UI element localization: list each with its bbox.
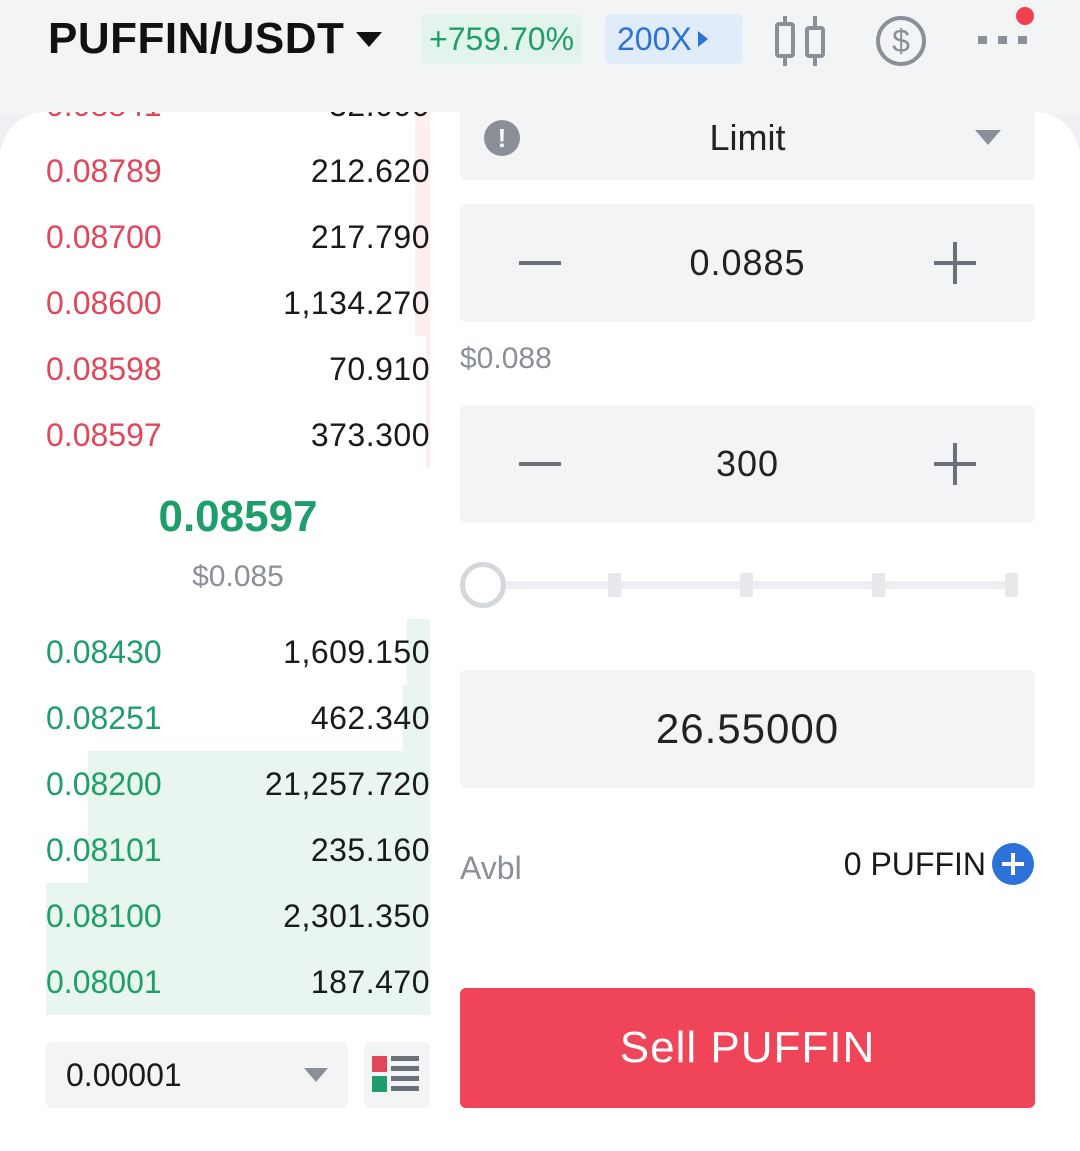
minus-icon bbox=[519, 462, 561, 466]
ask-price: 0.08598 bbox=[46, 350, 162, 387]
leverage-badge[interactable]: 200X bbox=[605, 14, 743, 64]
caret-down-icon bbox=[975, 130, 1001, 145]
candlestick-chart-icon[interactable] bbox=[770, 14, 830, 68]
ask-price: 0.08600 bbox=[46, 284, 162, 321]
bid-quantity: 2,301.350 bbox=[283, 897, 430, 934]
minus-icon bbox=[519, 261, 561, 265]
slider-tick-100[interactable] bbox=[1005, 573, 1018, 597]
bid-quantity: 462.340 bbox=[310, 699, 430, 736]
last-price: 0.08597 bbox=[158, 492, 318, 541]
amount-increase-button[interactable] bbox=[910, 405, 1000, 523]
bid-row[interactable]: 0.08101 235.160 bbox=[46, 817, 430, 883]
plus-icon bbox=[934, 242, 976, 284]
ask-quantity: 217.790 bbox=[310, 218, 430, 255]
ask-quantity: 212.620 bbox=[310, 152, 430, 189]
ask-price: 0.08789 bbox=[46, 152, 162, 189]
ask-row[interactable]: 0.08700 217.790 bbox=[46, 204, 430, 270]
top-bar: PUFFIN/USDT +759.70% 200X $ bbox=[0, 0, 1080, 115]
slider-tick-25[interactable] bbox=[608, 573, 621, 597]
ask-price: 0.08841 bbox=[46, 112, 162, 124]
bid-price: 0.08001 bbox=[46, 963, 162, 1000]
precision-value: 0.00001 bbox=[66, 1056, 182, 1093]
order-book-layout-icon bbox=[372, 1056, 419, 1092]
caret-down-icon bbox=[304, 1068, 328, 1082]
total-field[interactable]: 26.55000 bbox=[460, 670, 1035, 788]
bid-price: 0.08101 bbox=[46, 831, 162, 868]
book-view-toggle[interactable] bbox=[364, 1042, 430, 1108]
leverage-label: 200X bbox=[617, 20, 692, 57]
price-stepper: 0.0885 bbox=[460, 204, 1035, 322]
ask-quantity: 32.000 bbox=[329, 112, 430, 124]
order-type-select[interactable]: ! Limit bbox=[460, 112, 1035, 180]
ask-price: 0.08597 bbox=[46, 416, 162, 453]
amount-slider[interactable] bbox=[460, 560, 1020, 610]
available-value: 0 PUFFIN bbox=[843, 845, 986, 882]
ask-row[interactable]: 0.08600 1,134.270 bbox=[46, 270, 430, 336]
slider-tick-75[interactable] bbox=[872, 573, 885, 597]
sell-button[interactable]: Sell PUFFIN bbox=[460, 988, 1035, 1108]
price-decrease-button[interactable] bbox=[495, 204, 585, 322]
caret-down-icon bbox=[356, 31, 383, 47]
bid-quantity: 235.160 bbox=[310, 831, 430, 868]
amount-stepper: 300 bbox=[460, 405, 1035, 523]
bid-quantity: 1,609.150 bbox=[283, 633, 430, 670]
ask-row[interactable]: 0.08789 212.620 bbox=[46, 138, 430, 204]
price-change-badge: +759.70% bbox=[421, 14, 583, 64]
available-label: Avbl bbox=[460, 850, 522, 886]
bid-row[interactable]: 0.08100 2,301.350 bbox=[46, 883, 430, 949]
price-increase-button[interactable] bbox=[910, 204, 1000, 322]
bid-row[interactable]: 0.08200 21,257.720 bbox=[46, 751, 430, 817]
bid-price: 0.08100 bbox=[46, 897, 162, 934]
slider-tick-50[interactable] bbox=[740, 573, 753, 597]
amount-decrease-button[interactable] bbox=[495, 405, 585, 523]
order-type-label: Limit bbox=[709, 117, 786, 158]
pair-name: PUFFIN/USDT bbox=[48, 14, 345, 63]
trade-screen: PUFFIN/USDT +759.70% 200X $ 0.08841 32.00… bbox=[0, 0, 1080, 1151]
pair-selector[interactable]: PUFFIN/USDT bbox=[48, 14, 383, 64]
bid-price: 0.08430 bbox=[46, 633, 162, 670]
notification-dot bbox=[1016, 7, 1034, 25]
precision-select[interactable]: 0.00001 bbox=[46, 1042, 348, 1108]
plus-icon bbox=[1002, 853, 1024, 875]
ask-quantity: 373.300 bbox=[310, 416, 430, 453]
price-usd-hint: $0.088 bbox=[460, 342, 552, 375]
bid-row[interactable]: 0.08251 462.340 bbox=[46, 685, 430, 751]
bid-row[interactable]: 0.08430 1,609.150 bbox=[46, 619, 430, 685]
ask-quantity: 1,134.270 bbox=[283, 284, 430, 321]
bid-price: 0.08251 bbox=[46, 699, 162, 736]
available-balance: 0 PUFFIN bbox=[844, 843, 1034, 885]
play-arrow-icon bbox=[697, 31, 708, 47]
bid-price: 0.08200 bbox=[46, 765, 162, 802]
bid-row[interactable]: 0.08001 187.470 bbox=[46, 949, 430, 1015]
bid-quantity: 187.470 bbox=[310, 963, 430, 1000]
ask-row[interactable]: 0.08598 70.910 bbox=[46, 336, 430, 402]
svg-text:$: $ bbox=[892, 23, 910, 59]
last-price-usd: $0.085 bbox=[192, 560, 284, 593]
bid-quantity: 21,257.720 bbox=[264, 765, 430, 802]
ask-row[interactable]: 0.08841 32.000 bbox=[46, 112, 430, 138]
ask-row[interactable]: 0.08597 373.300 bbox=[46, 402, 430, 468]
ask-quantity: 70.910 bbox=[329, 350, 430, 387]
ask-price: 0.08700 bbox=[46, 218, 162, 255]
total-value: 26.55000 bbox=[655, 705, 840, 752]
plus-icon bbox=[934, 443, 976, 485]
dollar-icon[interactable]: $ bbox=[873, 14, 929, 68]
price-input[interactable]: 0.0885 bbox=[590, 204, 905, 322]
add-funds-button[interactable] bbox=[992, 843, 1034, 885]
amount-input[interactable]: 300 bbox=[590, 405, 905, 523]
slider-knob[interactable] bbox=[460, 562, 506, 608]
